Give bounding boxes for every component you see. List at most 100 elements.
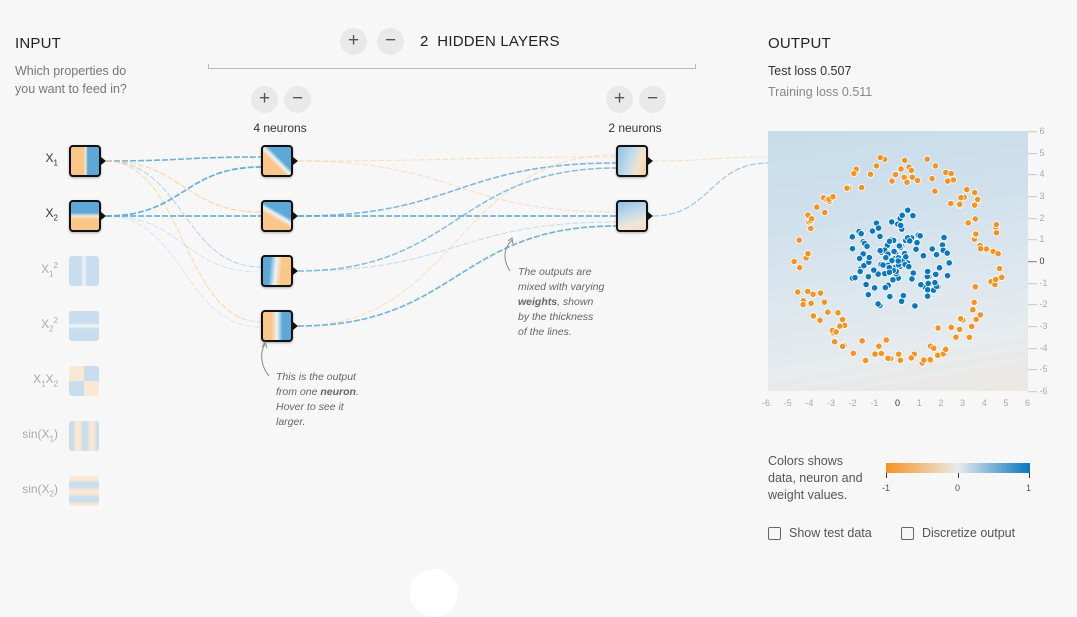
- node-arrow: [293, 322, 298, 330]
- data-point: [886, 292, 894, 301]
- layer2-neuron-2[interactable]: [616, 200, 648, 232]
- data-point: [916, 232, 924, 240]
- data-point: [897, 221, 905, 229]
- data-point: [843, 184, 851, 192]
- data-point: [908, 173, 916, 181]
- data-point: [934, 324, 942, 332]
- data-point: [874, 224, 883, 232]
- data-point: [898, 211, 906, 219]
- play-button[interactable]: [410, 569, 458, 617]
- weight-link[interactable]: [105, 160, 262, 323]
- output-title: OUTPUT: [768, 35, 831, 52]
- data-point: [824, 308, 832, 316]
- data-point: [965, 333, 974, 341]
- data-point: [870, 266, 878, 274]
- data-point: [968, 322, 976, 330]
- data-point: [879, 261, 887, 269]
- y-tick: — 5: [1028, 147, 1045, 158]
- data-point: [947, 199, 955, 208]
- data-point: [964, 219, 972, 227]
- data-point: [908, 275, 916, 283]
- legend-max: 1: [1026, 483, 1032, 493]
- data-point: [956, 200, 964, 208]
- data-point: [829, 193, 837, 201]
- data-point: [834, 309, 842, 317]
- data-point: [877, 349, 886, 358]
- checkbox-icon[interactable]: [901, 527, 914, 541]
- data-point: [931, 187, 939, 195]
- data-point: [808, 215, 816, 223]
- data-point: [972, 230, 980, 238]
- data-point: [857, 230, 865, 238]
- layer1-neuron-4[interactable]: [261, 310, 293, 342]
- layer1-neuron-1[interactable]: [261, 145, 293, 177]
- data-point: [813, 203, 821, 211]
- weight-link[interactable]: [105, 160, 262, 213]
- data-point: [809, 312, 817, 320]
- color-legend-text: Colors shows data, neuron and weight val…: [768, 454, 863, 502]
- data-point: [974, 195, 982, 204]
- data-point: [971, 283, 979, 291]
- data-point: [863, 242, 871, 250]
- discretize-output-checkbox[interactable]: Discretize output: [901, 526, 1015, 541]
- data-point: [888, 218, 896, 226]
- data-point: [930, 344, 938, 352]
- weight-link[interactable]: [105, 166, 262, 217]
- x-tick: 6: [1025, 398, 1031, 408]
- show-test-data-checkbox[interactable]: Show test data: [768, 526, 872, 541]
- data-point: [992, 229, 1001, 237]
- data-point: [894, 257, 902, 265]
- y-tick: — 4: [1028, 169, 1045, 180]
- node-arrow: [648, 212, 653, 220]
- checkbox-icon[interactable]: [768, 527, 781, 541]
- y-tick: — -2: [1028, 299, 1048, 310]
- weight-link[interactable]: [297, 167, 617, 272]
- data-point: [905, 262, 913, 271]
- data-point: [862, 280, 870, 289]
- weight-link[interactable]: [105, 160, 262, 268]
- data-point: [875, 342, 883, 350]
- output-scatter: [790, 153, 1006, 367]
- data-point: [895, 350, 903, 358]
- layer1-neuron-3[interactable]: [261, 255, 293, 287]
- data-point: [952, 333, 960, 341]
- weight-link[interactable]: [105, 156, 262, 162]
- data-point: [963, 185, 971, 194]
- data-point: [865, 253, 873, 262]
- data-point: [909, 269, 917, 277]
- weight-link[interactable]: [652, 156, 769, 162]
- output-heatmap[interactable]: [768, 131, 1028, 391]
- data-point: [807, 299, 815, 307]
- data-point: [926, 356, 934, 364]
- data-point: [882, 253, 890, 262]
- data-point: [909, 212, 917, 220]
- data-point: [889, 276, 897, 284]
- data-point: [923, 155, 931, 163]
- data-point: [969, 306, 977, 314]
- data-point: [896, 356, 905, 364]
- layer1-neuron-2[interactable]: [261, 200, 293, 232]
- y-tick: — 0: [1028, 256, 1045, 267]
- y-tick: — -5: [1028, 364, 1048, 375]
- data-point: [888, 177, 896, 185]
- layer2-neuron-1[interactable]: [616, 145, 648, 177]
- x-tick: 1: [916, 398, 922, 408]
- weight-link[interactable]: [105, 215, 262, 328]
- weight-link[interactable]: [297, 156, 617, 162]
- data-point: [971, 215, 979, 223]
- weight-link[interactable]: [652, 162, 769, 217]
- data-point: [832, 328, 840, 336]
- weight-link[interactable]: [297, 160, 617, 213]
- data-point: [895, 242, 903, 250]
- y-tick: — -6: [1028, 386, 1048, 397]
- x-tick: 0: [895, 398, 901, 408]
- data-point: [821, 208, 829, 217]
- data-point: [848, 233, 856, 241]
- data-point: [944, 177, 952, 185]
- data-point: [866, 170, 875, 178]
- data-point: [903, 178, 911, 186]
- data-point: [998, 273, 1006, 281]
- x-tick: -3: [827, 398, 836, 408]
- data-point: [848, 245, 857, 253]
- data-point: [849, 349, 857, 357]
